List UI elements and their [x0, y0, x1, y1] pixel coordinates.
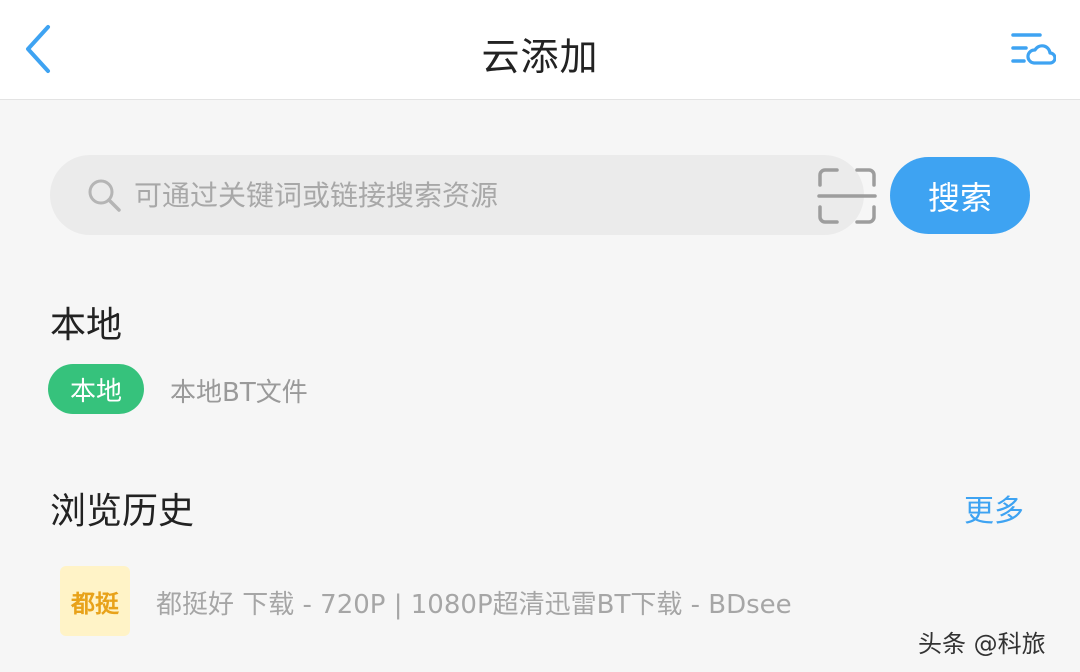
- search-input[interactable]: [134, 169, 754, 221]
- site-favicon-icon: 都挺: [60, 566, 130, 636]
- watermark: 头条 @科旅: [918, 630, 1046, 658]
- top-bar: 云添加: [0, 0, 1080, 100]
- cloud-list-icon: [1011, 33, 1056, 65]
- history-section-title: 浏览历史: [50, 491, 195, 532]
- search-button[interactable]: 搜索: [890, 157, 1030, 234]
- history-item[interactable]: 都挺 都挺好 下载 - 720P | 1080P超清迅雷BT下载 - BDsee: [56, 562, 836, 636]
- scan-frame-icon: [817, 168, 877, 224]
- search-bar: [50, 155, 877, 235]
- page-title: 云添加: [481, 35, 599, 79]
- local-bt-file-link[interactable]: 本地BT文件: [170, 372, 308, 409]
- scan-button[interactable]: [816, 167, 878, 225]
- local-badge[interactable]: 本地: [48, 364, 144, 414]
- cloud-task-list-button[interactable]: [1006, 26, 1060, 72]
- history-item-title: 都挺好 下载 - 720P | 1080P超清迅雷BT下载 - BDsee: [156, 590, 792, 620]
- search-icon: [88, 179, 121, 212]
- cloud-add-page: 云添加 搜索 本地 本地 本地BT文件: [0, 0, 1080, 672]
- more-link[interactable]: 更多: [964, 486, 1024, 530]
- local-section-title: 本地: [50, 305, 123, 346]
